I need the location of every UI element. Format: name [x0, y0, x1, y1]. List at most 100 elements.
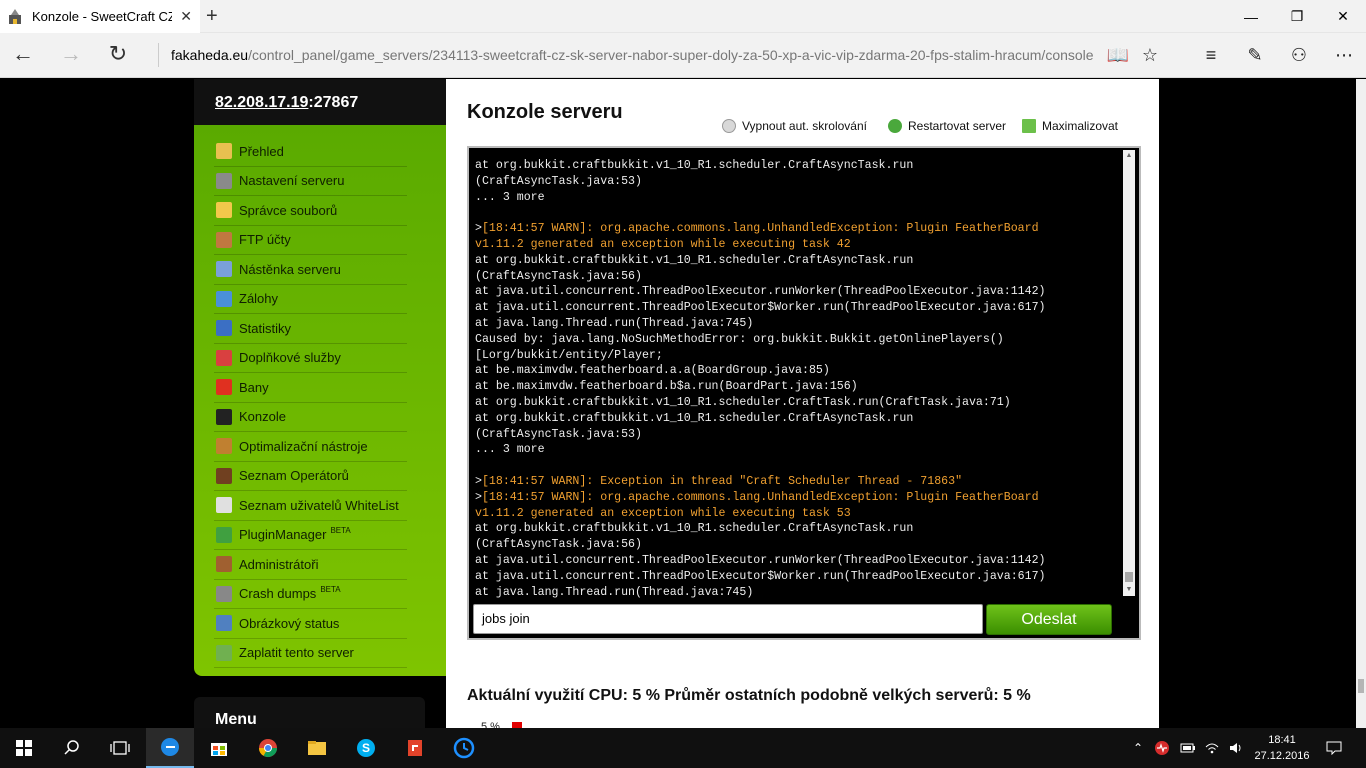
command-input[interactable]: jobs join	[473, 604, 983, 634]
beta-badge: BETA	[330, 526, 351, 536]
task-view-icon	[110, 741, 130, 755]
sidebar-item-label: Administrátoři	[239, 556, 319, 572]
maximize-label: Maximalizovat	[1042, 119, 1119, 133]
console-text: at org.bukkit.craftbukkit.v1_10_R1.sched…	[475, 253, 914, 267]
menu-item-icon	[216, 408, 232, 425]
console-line: (CraftAsyncTask.java:53)	[475, 174, 1123, 190]
sidebar-item[interactable]: Nástěnka serveru	[214, 255, 407, 285]
console-line: at java.util.concurrent.ThreadPoolExecut…	[475, 553, 1123, 569]
search-button[interactable]	[48, 728, 96, 768]
start-button[interactable]	[0, 728, 48, 768]
taskbar-app-blue[interactable]	[440, 728, 488, 768]
maximize-button[interactable]: Maximalizovat	[1022, 119, 1118, 133]
tab-close-icon[interactable]: ✕	[180, 8, 192, 25]
page-scroll-thumb[interactable]	[1358, 679, 1364, 693]
taskbar-chrome[interactable]	[244, 728, 292, 768]
sidebar-item[interactable]: Zaplatit tento server	[214, 639, 407, 668]
page-title: Konzole serveru	[467, 101, 623, 123]
send-button[interactable]: Odeslat	[986, 604, 1112, 635]
taskbar-explorer[interactable]	[293, 728, 341, 768]
console-line: at org.bukkit.craftbukkit.v1_10_R1.sched…	[475, 395, 1123, 411]
share-icon[interactable]: ⚇	[1287, 43, 1311, 67]
console-line: >[18:41:57 WARN]: org.apache.commons.lan…	[475, 490, 1123, 506]
chrome-icon	[259, 739, 277, 758]
console-text: at java.util.concurrent.ThreadPoolExecut…	[475, 569, 1046, 583]
wifi-icon[interactable]	[1202, 728, 1222, 768]
sidebar-item-label: Správce souborů	[239, 202, 338, 218]
favorite-star-icon[interactable]: ☆	[1138, 43, 1162, 67]
more-icon[interactable]: ⋯	[1332, 43, 1356, 67]
tray-chevron-icon[interactable]: ⌃	[1130, 728, 1146, 768]
console-text: at org.bukkit.craftbukkit.v1_10_R1.sched…	[475, 522, 914, 536]
restore-icon[interactable]: ❐	[1274, 0, 1320, 33]
clock[interactable]: 18:41 27.12.2016	[1248, 732, 1316, 764]
sidebar-item-label: PluginManager	[239, 527, 327, 543]
console-text: (CraftAsyncTask.java:56)	[475, 538, 642, 552]
sidebar-item[interactable]: Seznam Operátorů	[214, 462, 407, 491]
sidebar-item[interactable]: Doplňkové služby	[214, 344, 407, 373]
taskbar-edge[interactable]	[146, 728, 194, 768]
console-text: Caused by: java.lang.NoSuchMethodError: …	[475, 332, 1004, 346]
sidebar-item[interactable]: Přehled	[214, 137, 407, 167]
sidebar-item[interactable]: Nastavení serveru	[214, 167, 407, 196]
console-text: at org.bukkit.craftbukkit.v1_10_R1.sched…	[475, 159, 914, 172]
stop-scroll-button[interactable]: Vypnout aut. skrolování	[722, 119, 867, 133]
minimize-icon[interactable]: —	[1228, 0, 1274, 33]
taskbar-app-red[interactable]	[391, 728, 439, 768]
sidebar-item-label: Přehled	[239, 143, 284, 159]
console-text: at be.maximvdw.featherboard.b$a.run(Boar…	[475, 380, 858, 394]
sidebar-item[interactable]: Statistiky	[214, 314, 407, 344]
forward-icon[interactable]: →	[58, 42, 84, 68]
sidebar-item[interactable]: Crash dumps BETA	[214, 580, 407, 609]
sidebar-item[interactable]: Zálohy	[214, 285, 407, 314]
sidebar-item-label: FTP účty	[239, 232, 291, 248]
sidebar-item[interactable]: Administrátoři	[214, 550, 407, 580]
menu-item-icon	[216, 231, 232, 248]
console-line: at java.lang.Thread.run(Thread.java:745)	[475, 316, 1123, 332]
sidebar-item[interactable]: Obrázkový status	[214, 609, 407, 639]
back-icon[interactable]: ←	[10, 42, 36, 68]
taskbar-skype[interactable]: S	[342, 728, 390, 768]
window-close-icon[interactable]: ✕	[1320, 0, 1366, 33]
console-warn-text: v1.11.2 generated an exception while exe…	[475, 237, 851, 251]
restart-server-button[interactable]: Restartovat server	[888, 119, 1006, 133]
console-line: >[18:41:57 WARN]: org.apache.commons.lan…	[475, 221, 1123, 237]
reading-view-icon[interactable]: 📖	[1106, 43, 1130, 67]
sidebar-item[interactable]: Bany	[214, 373, 407, 403]
console-line: (CraftAsyncTask.java:56)	[475, 269, 1123, 285]
url-path: /control_panel/game_servers/234113-sweet…	[248, 47, 1094, 63]
windows-icon	[16, 740, 32, 756]
scroll-up-icon[interactable]: ▲	[1123, 150, 1135, 162]
battery-icon[interactable]	[1178, 728, 1198, 768]
url-field[interactable]: fakaheda.eu/control_panel/game_servers/2…	[158, 43, 1094, 67]
console-line: at org.bukkit.craftbukkit.v1_10_R1.sched…	[475, 253, 1123, 269]
hub-icon[interactable]: ≡	[1199, 43, 1223, 67]
console-warn-text: [18:41:57 WARN]: org.apache.commons.lang…	[481, 490, 1039, 504]
notification-icon[interactable]	[1322, 728, 1346, 768]
app-icon	[408, 740, 422, 756]
web-note-icon[interactable]: ✎	[1243, 43, 1267, 67]
sidebar-item[interactable]: Optimalizační nástroje	[214, 432, 407, 462]
sidebar-item[interactable]: Seznam uživatelů WhiteList	[214, 491, 407, 521]
sidebar-item[interactable]: PluginManager BETA	[214, 521, 407, 550]
refresh-icon[interactable]: ↻	[105, 42, 131, 68]
browser-tab[interactable]: Konzole - SweetCraft CZ ✕	[0, 0, 200, 33]
taskbar-store[interactable]	[195, 728, 243, 768]
console-line: [Lorg/bukkit/entity/Player;	[475, 348, 1123, 364]
console-scrollbar[interactable]: ▲ ▼	[1123, 150, 1135, 596]
new-tab-icon[interactable]: +	[206, 5, 218, 28]
volume-icon[interactable]	[1226, 728, 1246, 768]
scroll-down-icon[interactable]: ▼	[1123, 584, 1135, 596]
console-text: at be.maximvdw.featherboard.a.a(BoardGro…	[475, 364, 830, 378]
favicon-icon	[9, 8, 21, 24]
sidebar-item[interactable]: Konzole	[214, 403, 407, 432]
page-scrollbar[interactable]	[1356, 79, 1366, 728]
console-line: >[18:41:57 WARN]: Exception in thread "C…	[475, 474, 1123, 490]
sidebar-item[interactable]: Správce souborů	[214, 196, 407, 226]
console-scroll-thumb[interactable]	[1125, 572, 1133, 582]
server-ip-link[interactable]: 82.208.17.19	[215, 94, 308, 111]
task-view-button[interactable]	[96, 728, 144, 768]
tray-app-icon[interactable]	[1152, 728, 1172, 768]
sidebar-item[interactable]: FTP účty	[214, 226, 407, 255]
restart-icon	[888, 119, 902, 133]
